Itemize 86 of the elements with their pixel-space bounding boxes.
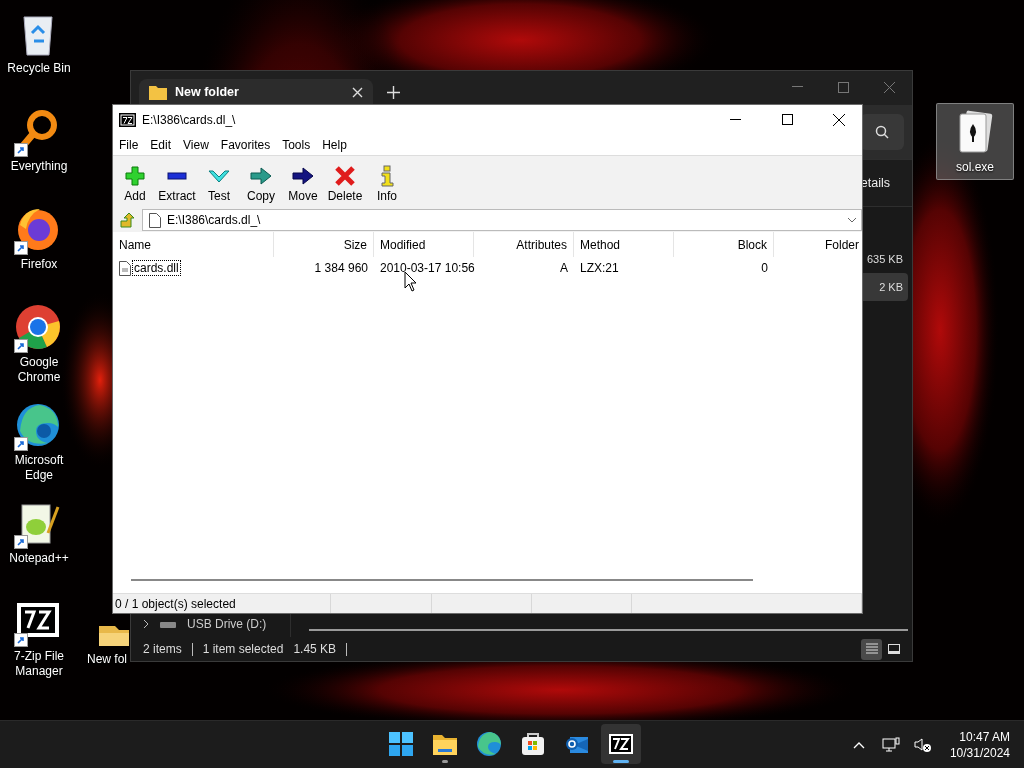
plus-icon [123, 165, 147, 187]
icon-label: Recycle Bin [7, 61, 71, 76]
list-icon [864, 643, 879, 655]
close-tab-button[interactable] [352, 86, 363, 98]
desktop-shortcut[interactable]: Notepad++ [0, 494, 78, 571]
table-cell-text: 0 [760, 260, 769, 277]
menu-item[interactable]: File [113, 137, 145, 152]
clock[interactable]: 10:47 AM 10/31/2024 [941, 728, 1014, 761]
desktop-shortcut[interactable]: sol.exe [936, 103, 1014, 180]
icon-label: Firefox [20, 257, 58, 272]
icon-label: 7-Zip File Manager [13, 649, 65, 679]
column-header[interactable]: Folder [774, 232, 861, 257]
document-icon [149, 212, 161, 228]
toolbar-button[interactable]: Extract [156, 158, 198, 206]
table-cell-text: A [559, 260, 569, 277]
nav-tree-item[interactable]: USB Drive (D:) [131, 615, 273, 633]
arrow-right-icon [291, 165, 315, 187]
table-cell-text: 1 384 960 [313, 260, 369, 277]
desktop-shortcut[interactable]: 7-Zip File Manager [0, 592, 78, 684]
column-header[interactable]: Method [574, 232, 674, 257]
cursor-icon [404, 271, 417, 292]
minimize-icon [729, 118, 741, 121]
toolbar-button[interactable]: Info [366, 158, 408, 206]
icon-label: Google Chrome [16, 355, 62, 385]
windows-start-icon [388, 731, 414, 757]
close-icon [883, 81, 895, 93]
menu-item[interactable]: Edit [144, 137, 178, 152]
column-header[interactable]: Attributes [474, 232, 574, 257]
selection-size: 1.45 KB [293, 642, 337, 656]
folder-up-icon [119, 212, 135, 228]
folder-icon [149, 84, 167, 100]
status-text: 0 / 1 object(s) selected [113, 594, 331, 613]
maximize-icon [837, 81, 849, 93]
file-name[interactable]: cards.dll [133, 261, 180, 275]
plus-icon [386, 85, 400, 99]
taskbar-app[interactable] [601, 724, 641, 764]
desktop-shortcut[interactable]: Everything [0, 102, 78, 179]
table-cell-text: LZX:21 [579, 260, 620, 277]
menu-item[interactable]: Tools [276, 137, 317, 152]
chrome-icon [14, 303, 62, 351]
column-header[interactable]: Name [113, 232, 274, 257]
menu-item[interactable]: Help [316, 137, 353, 152]
selection-info: 1 item selected [202, 642, 284, 656]
toolbar-button[interactable]: Move [282, 158, 324, 206]
search-icon [875, 125, 889, 139]
menu-item[interactable]: View [177, 137, 215, 152]
menu-item[interactable]: Favorites [214, 137, 277, 152]
item-count: 2 items [143, 642, 182, 656]
table-cell-text: 2010-03-17 10:56 [379, 260, 474, 277]
edge-icon [476, 731, 502, 757]
close-icon [833, 113, 845, 126]
file-icon [119, 260, 131, 276]
toolbar-button[interactable]: Delete [324, 158, 366, 206]
desktop-shortcut[interactable]: Microsoft Edge [0, 396, 78, 488]
toolbar-button[interactable]: Test [198, 158, 240, 206]
close-icon [352, 86, 363, 98]
edge-icon [14, 401, 62, 449]
seven-zip-icon [119, 112, 136, 127]
column-header[interactable]: Block [674, 232, 774, 257]
column-header[interactable]: Size [274, 232, 374, 257]
icon-label: Everything [10, 159, 68, 174]
window-title: E:\I386\cards.dl_\ [142, 112, 237, 127]
toolbar-button[interactable]: Copy [240, 158, 282, 206]
preview-pane-icon [886, 643, 901, 655]
arrow-right-icon [249, 165, 273, 187]
details-view-button[interactable] [861, 638, 882, 660]
desktop-shortcut[interactable]: Recycle Bin [0, 4, 78, 81]
folder-tab[interactable]: New folder [139, 79, 373, 105]
icon-label: Microsoft Edge [13, 453, 65, 483]
drive-icon [159, 619, 177, 629]
address-field[interactable]: E:\I386\cards.dl_\ [142, 209, 862, 231]
chevron-down-icon [847, 217, 857, 223]
desktop-shortcut[interactable]: Google Chrome [0, 298, 78, 390]
desktop-shortcut[interactable]: Firefox [0, 200, 78, 277]
delete-icon [333, 165, 357, 187]
minimize-icon [791, 86, 803, 88]
seven-zip-icon [608, 731, 634, 757]
icon-label: sol.exe [956, 160, 994, 175]
icon-label: Notepad++ [9, 551, 69, 566]
chevron-right-icon [143, 619, 149, 629]
toolbar-button[interactable]: Add [114, 158, 156, 206]
maximize-icon [781, 114, 793, 125]
column-header[interactable]: Modified [374, 232, 474, 257]
search-button[interactable] [860, 114, 904, 150]
icon-label: New fol [87, 652, 127, 667]
store-bag-icon [520, 731, 546, 757]
